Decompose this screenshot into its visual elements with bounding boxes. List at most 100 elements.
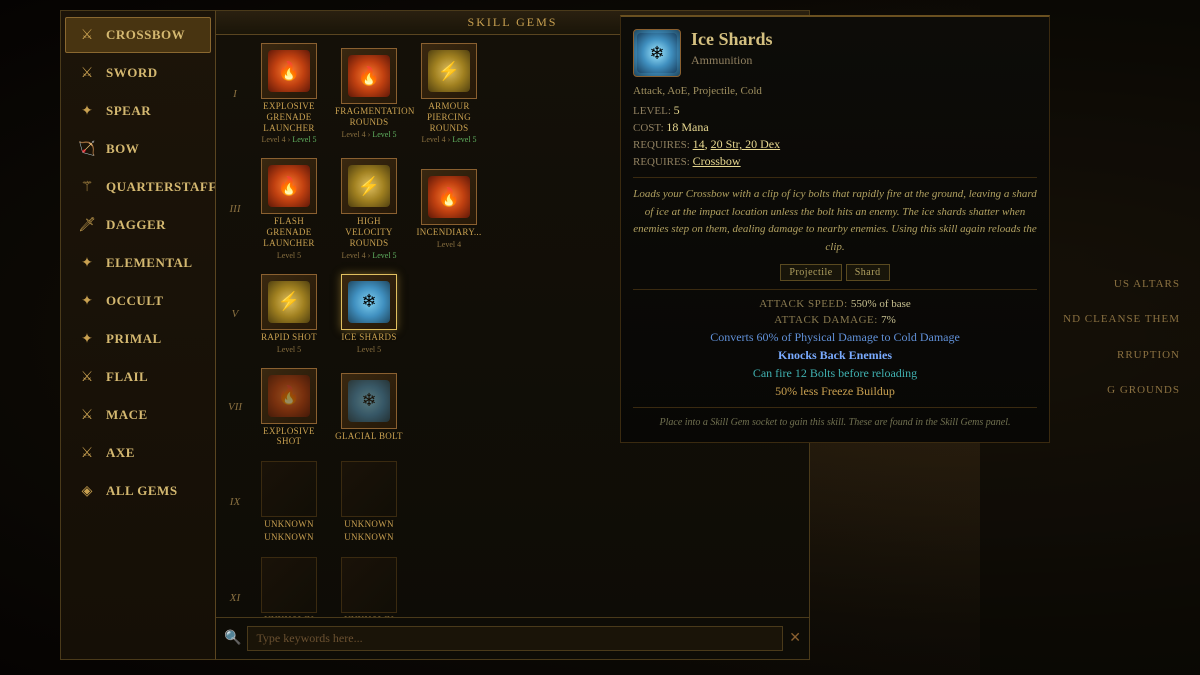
gem-level-I-2: Level 4 › Level 5	[421, 135, 476, 144]
divider-2	[633, 289, 1037, 290]
sidebar-item-spear[interactable]: ✦ Spear	[65, 93, 211, 129]
gem-icon-IX-1	[341, 461, 397, 517]
attack-speed-stat: Attack Speed: 550% of base	[633, 298, 1037, 310]
sidebar-item-all-gems[interactable]: ◈ All Gems	[65, 473, 211, 509]
gem-slot-VII-1[interactable]: ❄Glacial Bolt	[334, 373, 404, 442]
row-label-XI: XI	[220, 592, 250, 604]
weapon-type-sidebar: ⚔ Crossbow ⚔ Sword ✦ Spear 🏹 Bow ⚚ Quart…	[60, 10, 215, 660]
sidebar-label-axe: Axe	[106, 445, 135, 461]
gem-slot-XI-0[interactable]: UnknownUnknown	[254, 557, 324, 617]
sidebar-label-occult: Occult	[106, 293, 163, 309]
gem-icon-V-1: ❄	[341, 274, 397, 330]
gems-title: Skill Gems	[468, 15, 558, 30]
sidebar-item-dagger[interactable]: 🗡 Dagger	[65, 207, 211, 243]
attack-damage-stat: Attack Damage: 7%	[633, 314, 1037, 326]
gem-level-III-1: Level 4 › Level 5	[341, 251, 396, 260]
row-label-V: V	[220, 308, 250, 320]
gem-slot-I-1[interactable]: 🔥Fragmentation RoundsLevel 4 › Level 5	[334, 48, 404, 139]
sidebar-item-primal[interactable]: ✦ Primal	[65, 321, 211, 357]
sidebar-label-spear: Spear	[106, 103, 151, 119]
modifier-2: Knocks Back Enemies	[633, 348, 1037, 363]
gem-icon-VII-0: 🔥	[261, 368, 317, 424]
gem-slot-III-2[interactable]: 🔥Incendiary...Level 4	[414, 169, 484, 249]
gem-name-I-2: Armour Piercing Rounds	[415, 101, 483, 133]
tag-shard: Shard	[846, 264, 890, 281]
search-bar: 🔍 ✕	[216, 617, 809, 659]
gem-slot-III-0[interactable]: 🔥Flash Grenade LauncherLevel 5	[254, 158, 324, 259]
modifier-3: Can fire 12 Bolts before reloading	[633, 366, 1037, 381]
row-label-III: III	[220, 203, 250, 215]
sidebar-label-flail: Flail	[106, 369, 148, 385]
gem-icon-III-2: 🔥	[421, 169, 477, 225]
gem-slot-I-2[interactable]: ⚡Armour Piercing Rounds Level 4 › Level 5	[414, 43, 484, 144]
gem-icon-III-0: 🔥	[261, 158, 317, 214]
sidebar-label-bow: Bow	[106, 141, 139, 157]
sidebar-icon-mace: ⚔	[76, 404, 98, 426]
gem-icon-XI-1	[341, 557, 397, 613]
gem-icon-I-2: ⚡	[421, 43, 477, 99]
gem-icon-V-0: ⚡	[261, 274, 317, 330]
gem-slot-VII-0[interactable]: 🔥Explosive Shot	[254, 368, 324, 448]
sidebar-item-sword[interactable]: ⚔ Sword	[65, 55, 211, 91]
gem-slot-XI-1[interactable]: UnknownUnknown	[334, 557, 404, 617]
sidebar-label-primal: Primal	[106, 331, 162, 347]
gem-name-V-1: Ice Shards	[341, 332, 396, 343]
search-clear-button[interactable]: ✕	[789, 630, 801, 647]
skill-requires-level: Requires: 14, 20 Str, 20 Dex	[633, 137, 1037, 152]
gem-level-I-1: Level 4 › Level 5	[341, 130, 396, 139]
gem-level-V-1: Level 5	[357, 345, 381, 354]
search-icon: 🔍	[224, 630, 241, 647]
sidebar-icon-elemental: ✦	[76, 252, 98, 274]
gem-level-III-2: Level 4	[437, 240, 461, 249]
gem-slot-III-1[interactable]: ⚡High Velocity RoundsLevel 4 › Level 5	[334, 158, 404, 259]
gem-row-XI: XI UnknownUnknownUnknownUnknown	[220, 553, 805, 617]
sidebar-icon-occult: ✦	[76, 290, 98, 312]
modifier-4: 50% less Freeze Buildup	[633, 384, 1037, 399]
sidebar-label-dagger: Dagger	[106, 217, 166, 233]
row-label-I: I	[220, 88, 250, 100]
gem-name-VII-0: Explosive Shot	[255, 426, 323, 448]
modifier-1: Converts 60% of Physical Damage to Cold …	[633, 330, 1037, 345]
gem-name-I-0: Explosive Grenade Launcher	[255, 101, 323, 133]
sidebar-label-quarterstaff: Quarterstaff	[106, 179, 217, 195]
sidebar-label-sword: Sword	[106, 65, 158, 81]
divider-1	[633, 177, 1037, 178]
gem-name-I-1: Fragmentation Rounds	[335, 106, 403, 128]
sidebar-icon-axe: ⚔	[76, 442, 98, 464]
sidebar-item-bow[interactable]: 🏹 Bow	[65, 131, 211, 167]
gem-level-V-0: Level 5	[277, 345, 301, 354]
divider-3	[633, 407, 1037, 408]
info-gem-icon: ❄	[633, 29, 681, 77]
gem-icon-XI-0	[261, 557, 317, 613]
gem-slot-IX-0[interactable]: UnknownUnknown	[254, 461, 324, 543]
row-label-VII: VII	[220, 401, 250, 413]
skill-tags: Attack, AoE, Projectile, Cold	[633, 85, 1037, 97]
sidebar-icon-spear: ✦	[76, 100, 98, 122]
sidebar-item-mace[interactable]: ⚔ Mace	[65, 397, 211, 433]
sidebar-item-crossbow[interactable]: ⚔ Crossbow	[65, 17, 211, 53]
skill-description: Loads your Crossbow with a clip of icy b…	[633, 186, 1037, 256]
gem-name-IX-1: Unknown	[344, 519, 394, 530]
skill-tags-badges: Projectile Shard	[633, 264, 1037, 281]
sidebar-item-occult[interactable]: ✦ Occult	[65, 283, 211, 319]
gem-slot-V-0[interactable]: ⚡Rapid ShotLevel 5	[254, 274, 324, 354]
search-input[interactable]	[247, 626, 783, 651]
sidebar-label-all-gems: All Gems	[106, 483, 178, 499]
gem-slot-V-1[interactable]: ❄ Ice Shards Level 5	[334, 274, 404, 354]
gem-row-IX: IXUnknownUnknownUnknownUnknown	[220, 457, 805, 547]
gem-icon-III-1: ⚡	[341, 158, 397, 214]
sidebar-item-quarterstaff[interactable]: ⚚ Quarterstaff	[65, 169, 211, 205]
sidebar-item-flail[interactable]: ⚔ Flail	[65, 359, 211, 395]
sidebar-item-elemental[interactable]: ✦ Elemental	[65, 245, 211, 281]
sidebar-icon-all-gems: ◈	[76, 480, 98, 502]
sidebar-item-axe[interactable]: ⚔ Axe	[65, 435, 211, 471]
info-title-block: Ice Shards Ammunition	[691, 29, 1037, 68]
skill-footer: Place into a Skill Gem socket to gain th…	[633, 416, 1037, 430]
gem-slot-I-0[interactable]: 🔥Explosive Grenade LauncherLevel 4 › Lev…	[254, 43, 324, 144]
skill-level: Level: 5	[633, 103, 1037, 118]
gem-name-IX-0: Unknown	[264, 519, 314, 530]
gem-unknown-IX-1: Unknown	[344, 532, 394, 543]
gem-slots-IX: UnknownUnknownUnknownUnknown	[250, 457, 805, 547]
gem-name-VII-1: Glacial Bolt	[335, 431, 403, 442]
gem-slot-IX-1[interactable]: Unknown Unknown	[334, 461, 404, 543]
